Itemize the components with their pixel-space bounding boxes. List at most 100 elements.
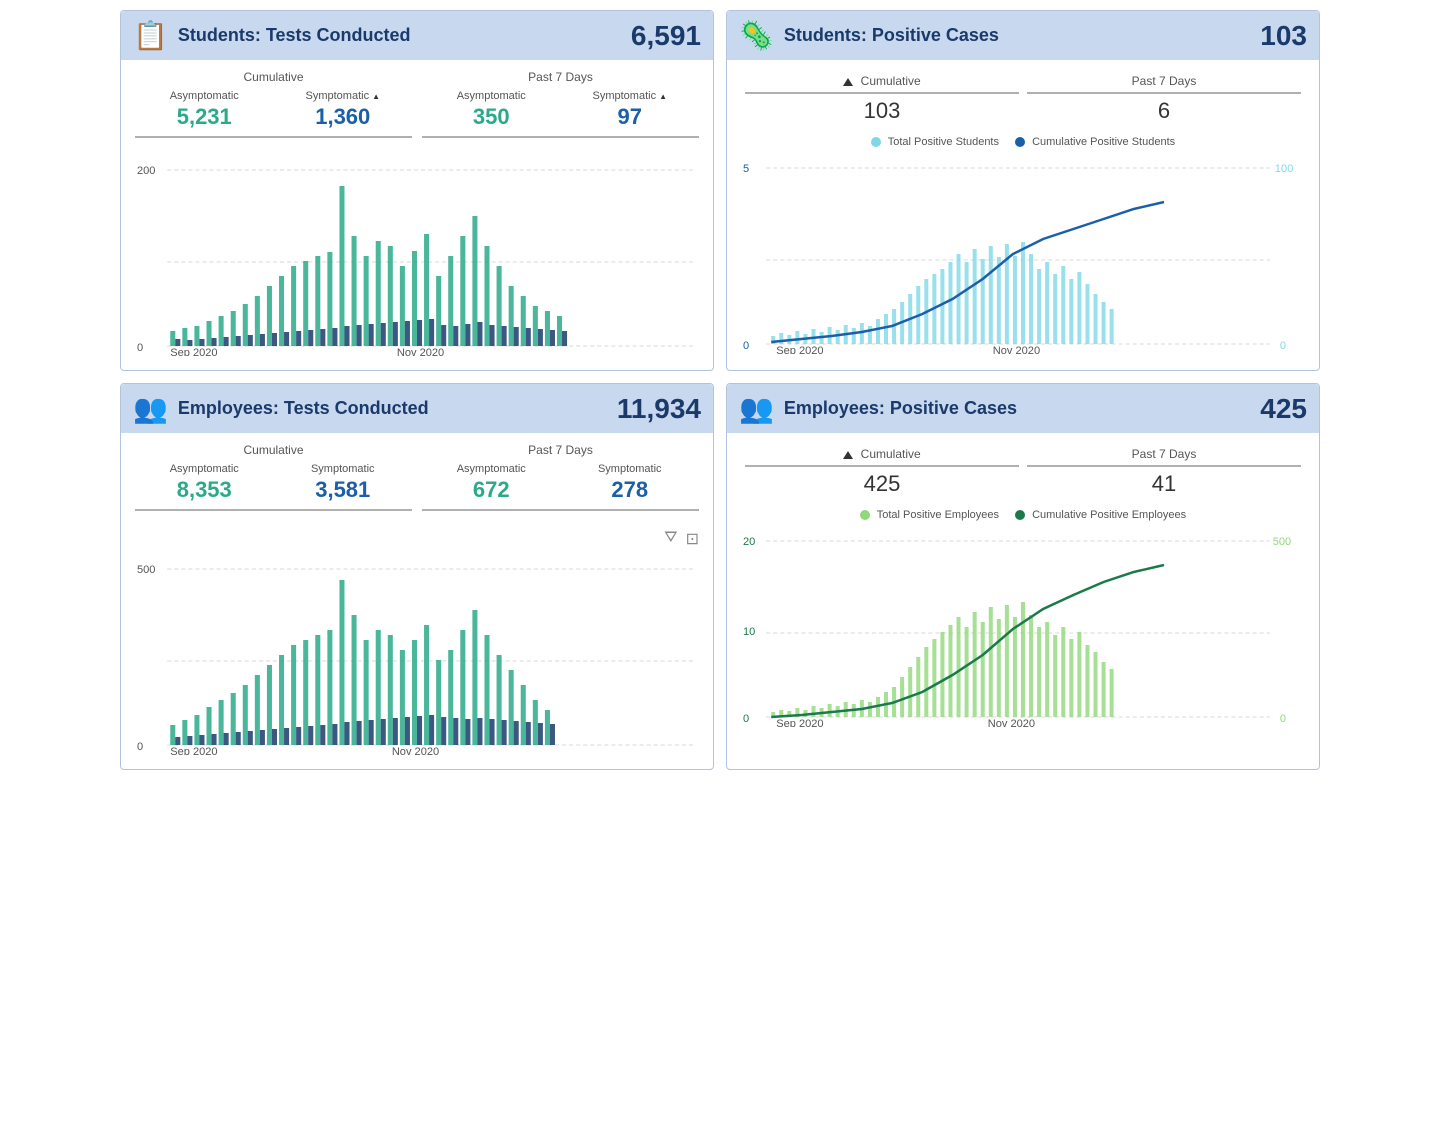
filter-icon[interactable]: ⛛: [664, 529, 677, 549]
students-cum-symptomatic: Symptomatic ▲ 1,360: [274, 88, 413, 136]
employees-p7-symptomatic-label: Symptomatic: [565, 463, 696, 475]
employees-cum-asymptomatic: Asymptomatic 8,353: [135, 461, 274, 509]
svg-text:0: 0: [1280, 340, 1286, 352]
legend-light-employees: Total Positive Employees: [860, 509, 999, 521]
virus-icon: 🦠: [739, 19, 774, 52]
employees-cases-past7: Past 7 Days 41: [1023, 443, 1305, 501]
svg-text:10: 10: [743, 626, 755, 638]
students-tests-past7-label: Past 7 Days: [422, 70, 699, 84]
students-p7-asymptomatic: Asymptomatic 350: [422, 88, 561, 136]
dashboard: 📋 Students: Tests Conducted 6,591 Cumula…: [120, 10, 1320, 770]
svg-text:Sep 2020: Sep 2020: [170, 746, 217, 755]
svg-text:Sep 2020: Sep 2020: [776, 345, 823, 354]
employees-cases-chart: 20 10 0 500 0: [741, 527, 1305, 727]
svg-text:Nov 2020: Nov 2020: [988, 718, 1035, 727]
students-cases-chart: 5 0 100 0: [741, 154, 1305, 354]
students-tests-header: 📋 Students: Tests Conducted 6,591: [121, 11, 713, 60]
students-tests-svg: 200 0: [135, 156, 699, 356]
students-p7-symptomatic-value: 97: [565, 104, 696, 130]
employees-tests-p7-label: Past 7 Days: [422, 443, 699, 457]
symptomatic-arrow-p7-icon: ▲: [659, 92, 667, 101]
employees-tests-past7-section: Past 7 Days Asymptomatic 672 Symptomatic…: [422, 443, 699, 511]
symptomatic-arrow-icon: ▲: [372, 92, 380, 101]
employees-tests-stats: Cumulative Asymptomatic 8,353 Symptomati…: [135, 443, 699, 519]
employees-cases-header: 👥 Employees: Positive Cases 425: [727, 384, 1319, 433]
students-p7-symptomatic-label: Symptomatic ▲: [565, 90, 696, 102]
svg-text:500: 500: [1273, 536, 1291, 548]
students-cases-header: 🦠 Students: Positive Cases 103: [727, 11, 1319, 60]
students-cases-svg: 5 0 100 0: [741, 154, 1305, 354]
employees-p7-asymptomatic-label: Asymptomatic: [426, 463, 557, 475]
students-cum-asymptomatic-value: 5,231: [139, 104, 270, 130]
employees-p7-symptomatic-value: 278: [565, 477, 696, 503]
employees-icon: 👥: [133, 392, 168, 425]
students-cum-asymptomatic: Asymptomatic 5,231: [135, 88, 274, 136]
students-cum-asymptomatic-label: Asymptomatic: [139, 90, 270, 102]
employees-tests-total: 11,934: [617, 393, 701, 425]
svg-text:Sep 2020: Sep 2020: [170, 347, 217, 356]
employees-cases-cum-value: 425: [745, 471, 1019, 497]
students-cum-symptomatic-label: Symptomatic ▲: [278, 90, 409, 102]
students-cases-total: 103: [1260, 20, 1307, 52]
filter-export-icons: ⛛ ⊡: [135, 529, 699, 549]
export-icon[interactable]: ⊡: [686, 529, 699, 549]
legend-light-students: Total Positive Students: [871, 136, 999, 148]
students-cases-cum-value: 103: [745, 98, 1019, 124]
dark-green-dot-icon: [1015, 510, 1025, 520]
employees-cases-stats: Cumulative 425 Past 7 Days 41: [741, 443, 1305, 501]
employees-tests-svg: 500 0: [135, 555, 699, 755]
students-tests-cumulative-section: Cumulative Asymptomatic 5,231 Symptomati…: [135, 70, 412, 138]
dark-dot-icon: [1015, 137, 1025, 147]
students-cases-p7-label: Past 7 Days: [1027, 74, 1301, 94]
svg-text:200: 200: [137, 165, 155, 177]
employees-cases-icon: 👥: [739, 392, 774, 425]
students-cases-card: 🦠 Students: Positive Cases 103 Cumulativ…: [726, 10, 1320, 371]
employees-cases-card: 👥 Employees: Positive Cases 425 Cumulati…: [726, 383, 1320, 770]
employees-tests-card: 👥 Employees: Tests Conducted 11,934 Cumu…: [120, 383, 714, 770]
employees-cases-p7-value: 41: [1027, 471, 1301, 497]
employees-cases-legend: Total Positive Employees Cumulative Posi…: [741, 509, 1305, 521]
svg-text:0: 0: [137, 342, 143, 354]
legend-dark-employees: Cumulative Positive Employees: [1015, 509, 1186, 521]
employees-tests-cum-cols: Asymptomatic 8,353 Symptomatic 3,581: [135, 461, 412, 509]
students-tests-past7-cols: Asymptomatic 350 Symptomatic ▲ 97: [422, 88, 699, 136]
employees-tests-cumulative-section: Cumulative Asymptomatic 8,353 Symptomati…: [135, 443, 412, 511]
svg-text:Nov 2020: Nov 2020: [397, 347, 444, 356]
svg-text:20: 20: [743, 536, 755, 548]
students-cases-title: Students: Positive Cases: [784, 25, 1260, 46]
students-tests-past7-section: Past 7 Days Asymptomatic 350 Symptomatic…: [422, 70, 699, 138]
students-p7-symptomatic: Symptomatic ▲ 97: [561, 88, 700, 136]
students-cases-legend: Total Positive Students Cumulative Posit…: [741, 136, 1305, 148]
svg-text:Sep 2020: Sep 2020: [776, 718, 823, 727]
employees-p7-symptomatic: Symptomatic 278: [561, 461, 700, 509]
svg-text:0: 0: [1280, 713, 1286, 725]
employees-tests-header: 👥 Employees: Tests Conducted 11,934: [121, 384, 713, 433]
students-tests-total: 6,591: [631, 20, 701, 52]
students-cases-p7-value: 6: [1027, 98, 1301, 124]
students-p7-asymptomatic-value: 350: [426, 104, 557, 130]
students-cases-stats: Cumulative 103 Past 7 Days 6: [741, 70, 1305, 128]
clipboard-icon: 📋: [133, 19, 168, 52]
students-tests-title: Students: Tests Conducted: [178, 25, 631, 46]
employees-cum-asymptomatic-label: Asymptomatic: [139, 463, 270, 475]
svg-text:100: 100: [1275, 163, 1293, 175]
employees-cases-title: Employees: Positive Cases: [784, 398, 1260, 419]
students-tests-card: 📋 Students: Tests Conducted 6,591 Cumula…: [120, 10, 714, 371]
students-cases-cum-label: Cumulative: [745, 74, 1019, 94]
employees-p7-asymptomatic-value: 672: [426, 477, 557, 503]
students-cum-symptomatic-value: 1,360: [278, 104, 409, 130]
employees-cum-symptomatic-label: Symptomatic: [278, 463, 409, 475]
employees-p7-asymptomatic: Asymptomatic 672: [422, 461, 561, 509]
light-green-dot-icon: [860, 510, 870, 520]
students-tests-cumulative-cols: Asymptomatic 5,231 Symptomatic ▲ 1,360: [135, 88, 412, 136]
students-tests-chart: 200 0: [135, 156, 699, 356]
employees-cases-cumulative: Cumulative 425: [741, 443, 1023, 501]
students-tests-stats: Cumulative Asymptomatic 5,231 Symptomati…: [135, 70, 699, 146]
students-tests-cumulative-label: Cumulative: [135, 70, 412, 84]
employees-cases-svg: 20 10 0 500 0: [741, 527, 1305, 727]
employees-cases-cum-label: Cumulative: [745, 447, 1019, 467]
svg-text:0: 0: [743, 340, 749, 352]
employees-cum-asymptomatic-value: 8,353: [139, 477, 270, 503]
svg-text:0: 0: [137, 741, 143, 753]
employees-tests-p7-cols: Asymptomatic 672 Symptomatic 278: [422, 461, 699, 509]
